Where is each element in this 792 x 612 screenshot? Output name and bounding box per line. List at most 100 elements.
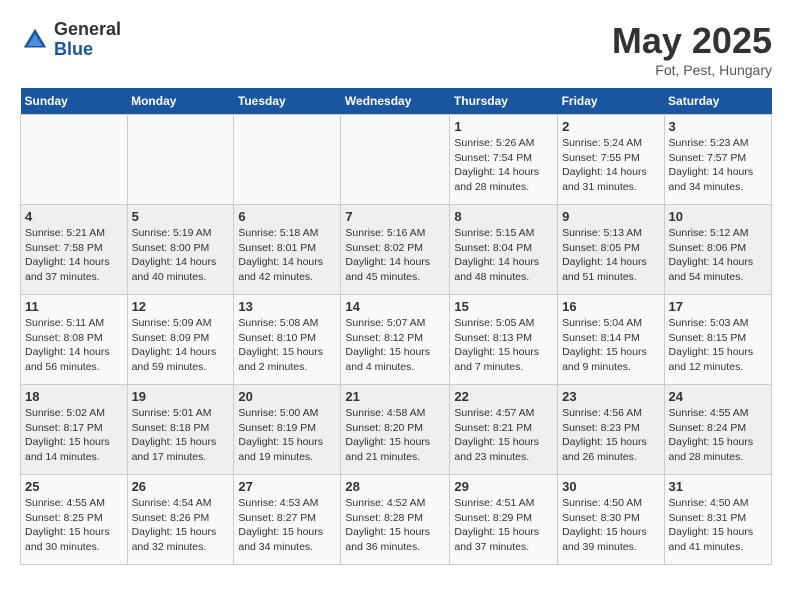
day-number: 9 (562, 209, 659, 224)
day-number: 27 (238, 479, 336, 494)
calendar-cell: 20 Sunrise: 5:00 AM Sunset: 8:19 PM Dayli… (234, 385, 341, 475)
day-info: Sunrise: 4:51 AM Sunset: 8:29 PM Dayligh… (454, 496, 553, 555)
day-info: Sunrise: 4:55 AM Sunset: 8:25 PM Dayligh… (25, 496, 123, 555)
day-number: 18 (25, 389, 123, 404)
day-info: Sunrise: 4:56 AM Sunset: 8:23 PM Dayligh… (562, 406, 659, 465)
day-number: 17 (669, 299, 767, 314)
day-info: Sunrise: 4:53 AM Sunset: 8:27 PM Dayligh… (238, 496, 336, 555)
calendar-cell: 16Sunrise: 5:04 AM Sunset: 8:14 PM Dayli… (558, 295, 664, 385)
day-info: Sunrise: 5:15 AM Sunset: 8:04 PM Dayligh… (454, 226, 553, 285)
day-info: Sunrise: 5:08 AM Sunset: 8:10 PM Dayligh… (238, 316, 336, 375)
day-header-tuesday: Tuesday (234, 88, 341, 115)
calendar-cell (127, 115, 234, 205)
day-info: Sunrise: 5:03 AM Sunset: 8:15 PM Dayligh… (669, 316, 767, 375)
day-info: Sunrise: 5:26 AM Sunset: 7:54 PM Dayligh… (454, 136, 553, 195)
calendar-cell: 15Sunrise: 5:05 AM Sunset: 8:13 PM Dayli… (450, 295, 558, 385)
calendar-week-4: 18 Sunrise: 5:02 AM Sunset: 8:17 PM Dayli… (21, 385, 772, 475)
day-info: Sunrise: 4:58 AM Sunset: 8:20 PM Dayligh… (345, 406, 445, 465)
location: Fot, Pest, Hungary (612, 62, 772, 78)
day-header-monday: Monday (127, 88, 234, 115)
calendar-cell: 21Sunrise: 4:58 AM Sunset: 8:20 PM Dayli… (341, 385, 450, 475)
day-number: 25 (25, 479, 123, 494)
calendar-week-1: 1 Sunrise: 5:26 AM Sunset: 7:54 PM Daylig… (21, 115, 772, 205)
day-info: Sunrise: 4:50 AM Sunset: 8:30 PM Dayligh… (562, 496, 659, 555)
day-number: 31 (669, 479, 767, 494)
day-header-sunday: Sunday (21, 88, 128, 115)
day-header-friday: Friday (558, 88, 664, 115)
day-info: Sunrise: 4:52 AM Sunset: 8:28 PM Dayligh… (345, 496, 445, 555)
day-info: Sunrise: 5:07 AM Sunset: 8:12 PM Dayligh… (345, 316, 445, 375)
calendar-cell: 27 Sunrise: 4:53 AM Sunset: 8:27 PM Dayli… (234, 475, 341, 565)
calendar-cell: 29 Sunrise: 4:51 AM Sunset: 8:29 PM Dayli… (450, 475, 558, 565)
day-number: 14 (345, 299, 445, 314)
calendar-cell: 5 Sunrise: 5:19 AM Sunset: 8:00 PM Daylig… (127, 205, 234, 295)
day-header-wednesday: Wednesday (341, 88, 450, 115)
day-info: Sunrise: 5:21 AM Sunset: 7:58 PM Dayligh… (25, 226, 123, 285)
day-header-thursday: Thursday (450, 88, 558, 115)
day-number: 29 (454, 479, 553, 494)
day-number: 6 (238, 209, 336, 224)
calendar-cell: 25 Sunrise: 4:55 AM Sunset: 8:25 PM Dayli… (21, 475, 128, 565)
day-info: Sunrise: 5:13 AM Sunset: 8:05 PM Dayligh… (562, 226, 659, 285)
day-number: 16 (562, 299, 659, 314)
day-info: Sunrise: 5:12 AM Sunset: 8:06 PM Dayligh… (669, 226, 767, 285)
day-number: 10 (669, 209, 767, 224)
day-number: 4 (25, 209, 123, 224)
calendar-cell: 28 Sunrise: 4:52 AM Sunset: 8:28 PM Dayli… (341, 475, 450, 565)
calendar-cell: 12 Sunrise: 5:09 AM Sunset: 8:09 PM Dayli… (127, 295, 234, 385)
page-header: General Blue May 2025 Fot, Pest, Hungary (20, 20, 772, 78)
day-info: Sunrise: 5:16 AM Sunset: 8:02 PM Dayligh… (345, 226, 445, 285)
day-number: 1 (454, 119, 553, 134)
calendar-cell: 9 Sunrise: 5:13 AM Sunset: 8:05 PM Daylig… (558, 205, 664, 295)
calendar-cell: 7 Sunrise: 5:16 AM Sunset: 8:02 PM Daylig… (341, 205, 450, 295)
day-number: 7 (345, 209, 445, 224)
calendar-cell: 4 Sunrise: 5:21 AM Sunset: 7:58 PM Daylig… (21, 205, 128, 295)
logo-general: General (54, 20, 121, 40)
month-title: May 2025 (612, 20, 772, 62)
day-number: 20 (238, 389, 336, 404)
day-number: 24 (669, 389, 767, 404)
day-info: Sunrise: 4:50 AM Sunset: 8:31 PM Dayligh… (669, 496, 767, 555)
day-header-saturday: Saturday (664, 88, 771, 115)
calendar-cell: 3Sunrise: 5:23 AM Sunset: 7:57 PM Daylig… (664, 115, 771, 205)
day-info: Sunrise: 4:54 AM Sunset: 8:26 PM Dayligh… (132, 496, 230, 555)
day-number: 26 (132, 479, 230, 494)
day-number: 23 (562, 389, 659, 404)
calendar-cell: 23 Sunrise: 4:56 AM Sunset: 8:23 PM Dayli… (558, 385, 664, 475)
calendar-cell (341, 115, 450, 205)
calendar-cell: 8 Sunrise: 5:15 AM Sunset: 8:04 PM Daylig… (450, 205, 558, 295)
day-number: 28 (345, 479, 445, 494)
calendar-cell: 1 Sunrise: 5:26 AM Sunset: 7:54 PM Daylig… (450, 115, 558, 205)
day-info: Sunrise: 5:01 AM Sunset: 8:18 PM Dayligh… (132, 406, 230, 465)
calendar-cell: 11 Sunrise: 5:11 AM Sunset: 8:08 PM Dayli… (21, 295, 128, 385)
day-number: 12 (132, 299, 230, 314)
header-row: SundayMondayTuesdayWednesdayThursdayFrid… (21, 88, 772, 115)
day-info: Sunrise: 5:09 AM Sunset: 8:09 PM Dayligh… (132, 316, 230, 375)
calendar-cell: 22Sunrise: 4:57 AM Sunset: 8:21 PM Dayli… (450, 385, 558, 475)
calendar-cell: 14 Sunrise: 5:07 AM Sunset: 8:12 PM Dayli… (341, 295, 450, 385)
day-number: 19 (132, 389, 230, 404)
title-block: May 2025 Fot, Pest, Hungary (612, 20, 772, 78)
calendar-cell (21, 115, 128, 205)
calendar-cell: 30Sunrise: 4:50 AM Sunset: 8:30 PM Dayli… (558, 475, 664, 565)
day-info: Sunrise: 4:55 AM Sunset: 8:24 PM Dayligh… (669, 406, 767, 465)
logo-blue: Blue (54, 40, 121, 60)
logo-text: General Blue (54, 20, 121, 60)
day-info: Sunrise: 5:19 AM Sunset: 8:00 PM Dayligh… (132, 226, 230, 285)
calendar-cell: 10 Sunrise: 5:12 AM Sunset: 8:06 PM Dayli… (664, 205, 771, 295)
calendar-week-3: 11 Sunrise: 5:11 AM Sunset: 8:08 PM Dayli… (21, 295, 772, 385)
day-info: Sunrise: 5:23 AM Sunset: 7:57 PM Dayligh… (669, 136, 767, 195)
day-info: Sunrise: 5:11 AM Sunset: 8:08 PM Dayligh… (25, 316, 123, 375)
day-info: Sunrise: 4:57 AM Sunset: 8:21 PM Dayligh… (454, 406, 553, 465)
day-number: 11 (25, 299, 123, 314)
day-number: 13 (238, 299, 336, 314)
calendar-week-2: 4 Sunrise: 5:21 AM Sunset: 7:58 PM Daylig… (21, 205, 772, 295)
day-info: Sunrise: 5:02 AM Sunset: 8:17 PM Dayligh… (25, 406, 123, 465)
day-number: 5 (132, 209, 230, 224)
calendar-cell: 17 Sunrise: 5:03 AM Sunset: 8:15 PM Dayli… (664, 295, 771, 385)
day-number: 8 (454, 209, 553, 224)
calendar-cell (234, 115, 341, 205)
calendar-cell: 31 Sunrise: 4:50 AM Sunset: 8:31 PM Dayli… (664, 475, 771, 565)
day-info: Sunrise: 5:00 AM Sunset: 8:19 PM Dayligh… (238, 406, 336, 465)
calendar-cell: 24 Sunrise: 4:55 AM Sunset: 8:24 PM Dayli… (664, 385, 771, 475)
